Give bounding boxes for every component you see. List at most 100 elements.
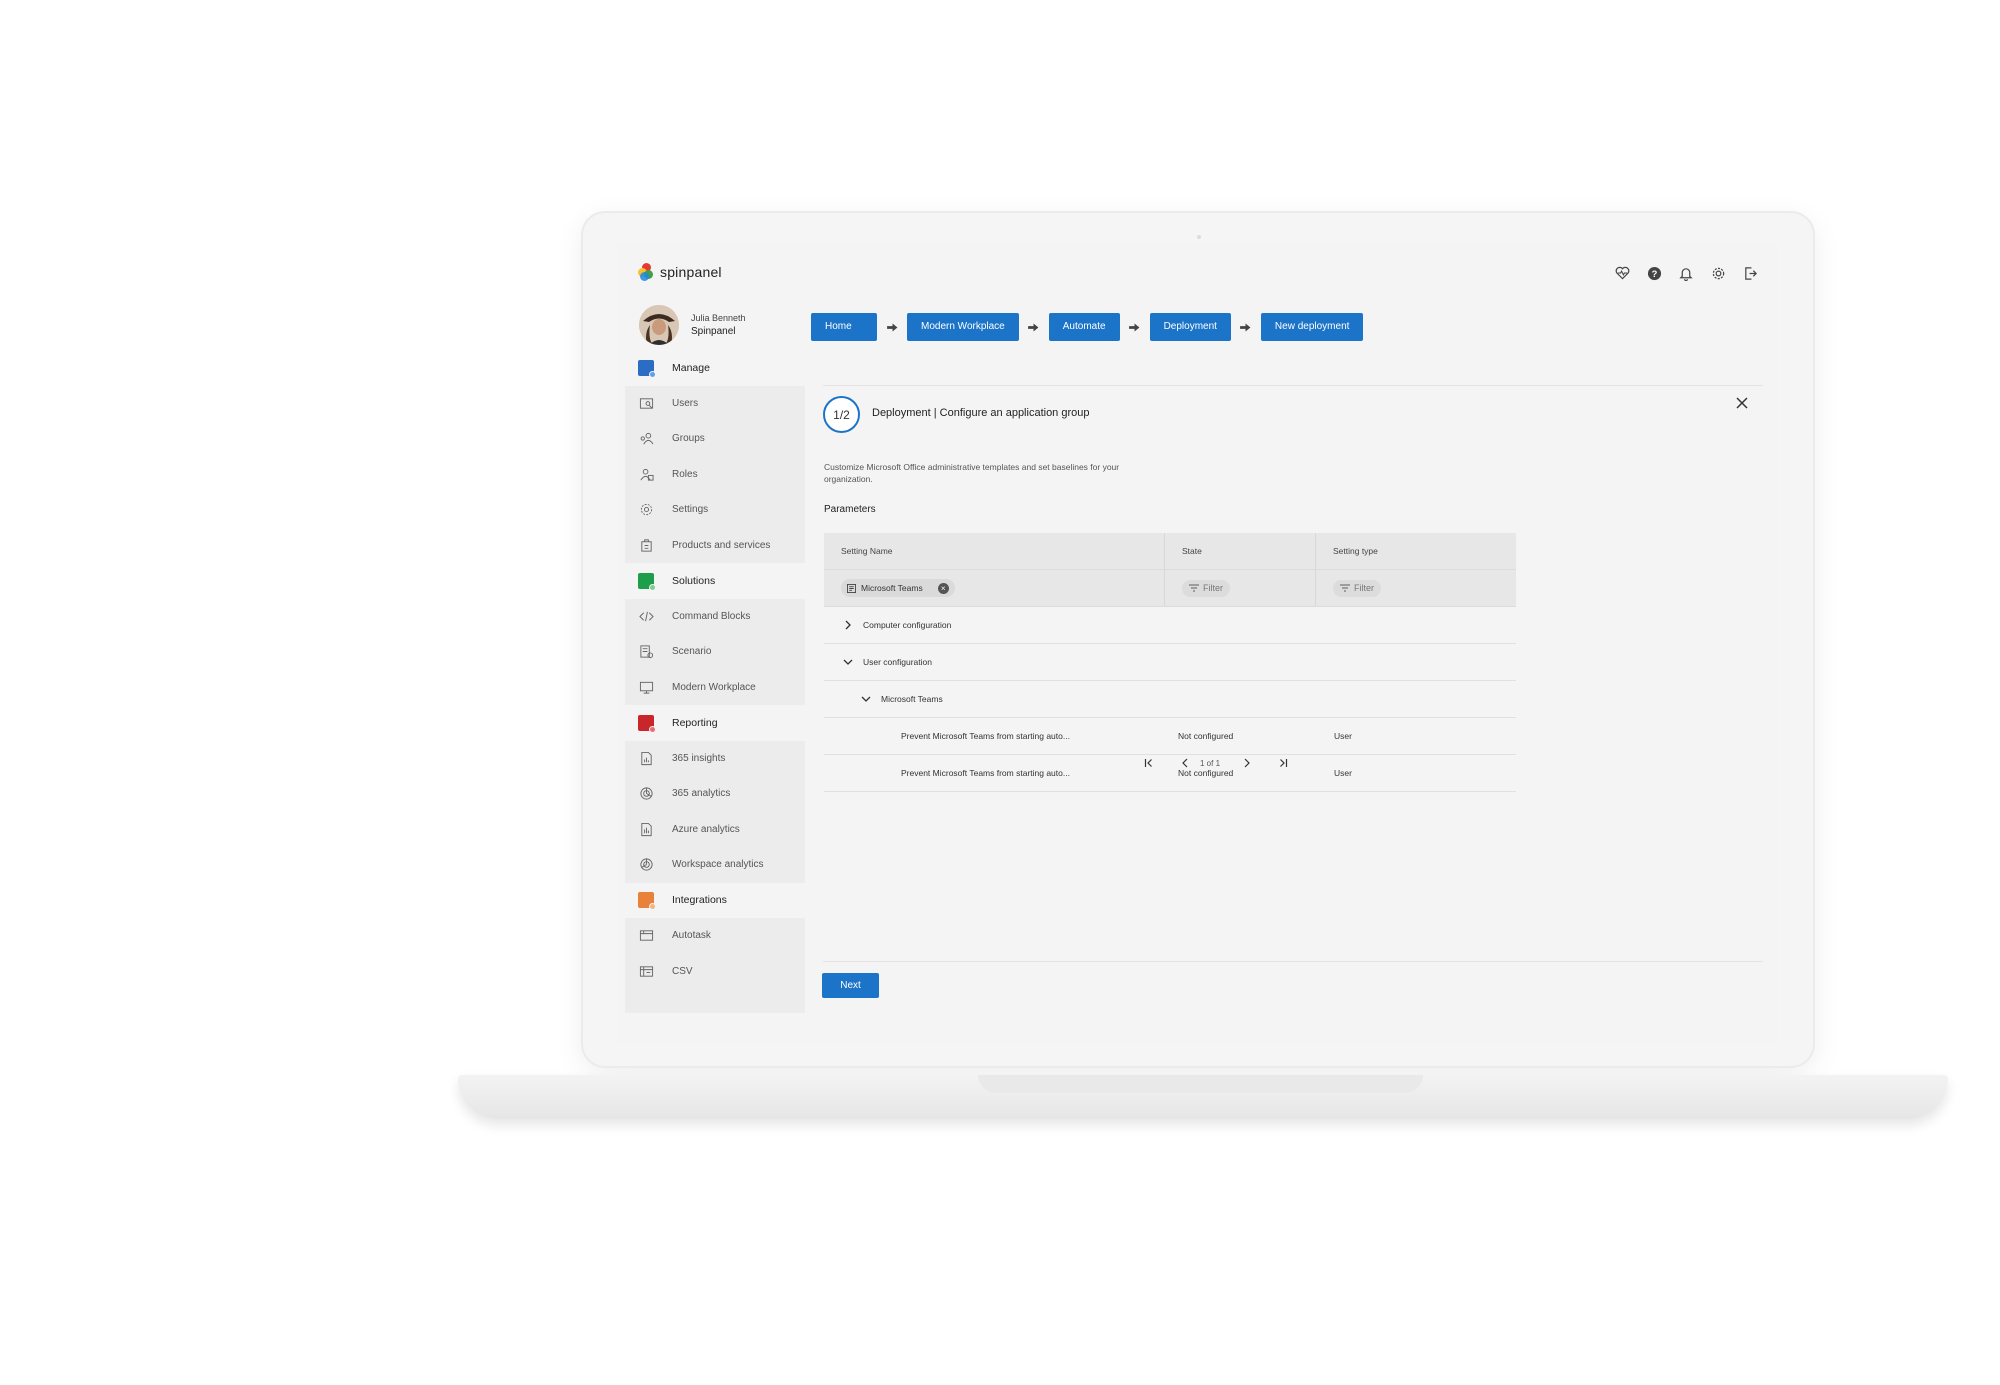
settings-icon	[638, 502, 654, 518]
filter-chip[interactable]: Microsoft Teams ×	[841, 579, 955, 597]
table-row[interactable]: Prevent Microsoft Teams from starting au…	[824, 718, 1516, 755]
sidebar-item-autotask[interactable]: Autotask	[625, 918, 805, 954]
sidebar-item-reporting[interactable]: Reporting	[625, 705, 805, 741]
chevron-down-icon[interactable]	[860, 693, 872, 705]
sidebar-item-label: Scenario	[672, 646, 712, 658]
setting-name-filter-cell: Microsoft Teams ×	[824, 570, 1165, 606]
laptop-notch	[978, 1075, 1423, 1093]
type-filter-cell: Filter	[1316, 570, 1516, 606]
sidebar-item-scenario[interactable]: Scenario	[625, 634, 805, 670]
arrow-right-icon	[877, 322, 907, 332]
sidebar-item-solutions[interactable]: Solutions	[625, 563, 805, 599]
arrow-right-icon	[1120, 322, 1150, 332]
scenario-icon	[638, 644, 654, 660]
breadcrumb-modern-workplace[interactable]: Modern Workplace	[907, 313, 1019, 341]
manage-icon	[638, 359, 656, 378]
profile-org: Spinpanel	[691, 326, 736, 337]
setting-type-cell: User	[1334, 768, 1352, 778]
help-icon[interactable]: ?	[1646, 265, 1662, 281]
next-page-icon[interactable]	[1240, 756, 1254, 770]
filter-label: Filter	[1354, 583, 1374, 593]
brand[interactable]: spinpanel	[638, 263, 722, 281]
sidebar-item-label: 365 insights	[672, 752, 726, 764]
filter-icon	[1340, 584, 1350, 592]
sidebar-item-csv[interactable]: CSV	[625, 954, 805, 990]
workspace-analytics-icon	[638, 857, 654, 873]
insights-icon	[638, 750, 654, 766]
remove-filter-icon[interactable]: ×	[937, 582, 949, 594]
sidebar-item-label: Azure analytics	[672, 823, 740, 835]
users-icon	[638, 395, 654, 411]
sidebar-item-integrations[interactable]: Integrations	[625, 882, 805, 918]
sidebar-item-workspace-analytics[interactable]: Workspace analytics	[625, 847, 805, 883]
app-icon	[847, 583, 856, 593]
table-header: Setting Name State Setting type	[824, 533, 1516, 570]
column-header-setting-type[interactable]: Setting type	[1316, 533, 1516, 569]
sidebar-item-azure-analytics[interactable]: Azure analytics	[625, 812, 805, 848]
sidebar-item-label: Settings	[672, 504, 709, 516]
divider	[823, 385, 1763, 386]
group-row-computer-configuration[interactable]: Computer configuration	[824, 607, 1516, 644]
chevron-down-icon[interactable]	[842, 656, 854, 668]
avatar	[639, 305, 679, 345]
sidebar-item-roles[interactable]: Roles	[625, 457, 805, 493]
setting-name-cell: Prevent Microsoft Teams from starting au…	[901, 731, 1070, 741]
prev-page-icon[interactable]	[1178, 756, 1192, 770]
products-icon	[638, 537, 654, 553]
first-page-icon[interactable]	[1142, 756, 1156, 770]
sidebar-item-products[interactable]: Products and services	[625, 528, 805, 564]
sidebar-item-label: Integrations	[672, 894, 727, 907]
sidebar-item-label: Roles	[672, 468, 698, 480]
sidebar-item-label: Command Blocks	[672, 610, 751, 622]
sidebar-item-365-insights[interactable]: 365 insights	[625, 741, 805, 777]
sidebar-item-365-analytics[interactable]: 365 analytics	[625, 776, 805, 812]
sidebar-item-modern-workplace[interactable]: Modern Workplace	[625, 670, 805, 706]
close-icon[interactable]	[1735, 396, 1751, 412]
arrow-right-icon	[1019, 322, 1049, 332]
sidebar-item-settings[interactable]: Settings	[625, 492, 805, 528]
user-profile[interactable]: Julia Benneth Spinpanel	[625, 300, 805, 350]
column-header-state[interactable]: State	[1165, 533, 1316, 569]
chevron-right-icon[interactable]	[842, 619, 854, 631]
page-title: Deployment | Configure an application gr…	[872, 407, 1090, 419]
filter-row: Microsoft Teams × Filter Filter	[824, 570, 1516, 607]
group-row-user-configuration[interactable]: User configuration	[824, 644, 1516, 681]
filter-chip-label: Microsoft Teams	[861, 583, 923, 593]
state-filter-button[interactable]: Filter	[1182, 579, 1230, 597]
next-button[interactable]: Next	[822, 973, 879, 998]
sidebar-item-users[interactable]: Users	[625, 386, 805, 422]
sidebar-item-label: Solutions	[672, 574, 716, 587]
last-page-icon[interactable]	[1276, 756, 1290, 770]
pagination: 1 of 1	[1142, 756, 1290, 770]
breadcrumb-automate[interactable]: Automate	[1048, 313, 1120, 341]
gear-icon[interactable]	[1710, 265, 1726, 281]
setting-type-cell: User	[1334, 731, 1352, 741]
sidebar-nav: Manage Users Groups Roles Settings Produ…	[625, 350, 805, 989]
sign-out-icon[interactable]	[1742, 265, 1758, 281]
sidebar-item-command-blocks[interactable]: Command Blocks	[625, 599, 805, 635]
arrow-right-icon	[1231, 322, 1261, 332]
top-bar: spinpanel ?	[618, 243, 1778, 293]
top-icons: ?	[1614, 265, 1758, 281]
type-filter-button[interactable]: Filter	[1333, 579, 1381, 597]
setting-name-cell: Prevent Microsoft Teams from starting au…	[901, 768, 1070, 778]
spinpanel-logo-icon	[638, 263, 654, 281]
sidebar-item-groups[interactable]: Groups	[625, 421, 805, 457]
sidebar-item-label: Reporting	[672, 716, 718, 729]
bell-icon[interactable]	[1678, 265, 1694, 281]
autotask-icon	[638, 928, 654, 944]
breadcrumb-new-deployment[interactable]: New deployment	[1260, 313, 1364, 341]
divider	[823, 961, 1763, 962]
integrations-icon	[638, 892, 656, 911]
breadcrumb-deployment[interactable]: Deployment	[1149, 313, 1231, 341]
column-header-setting-name[interactable]: Setting Name	[824, 533, 1165, 569]
group-row-microsoft-teams[interactable]: Microsoft Teams	[824, 681, 1516, 718]
sidebar-item-manage[interactable]: Manage	[625, 350, 805, 386]
heart-pulse-icon[interactable]	[1614, 265, 1630, 281]
azure-analytics-icon	[638, 821, 654, 837]
breadcrumb-home[interactable]: Home	[811, 313, 877, 341]
profile-name: Julia Benneth	[691, 313, 746, 323]
csv-icon	[638, 963, 654, 979]
sidebar-item-label: Autotask	[672, 930, 711, 942]
roles-icon	[638, 466, 654, 482]
